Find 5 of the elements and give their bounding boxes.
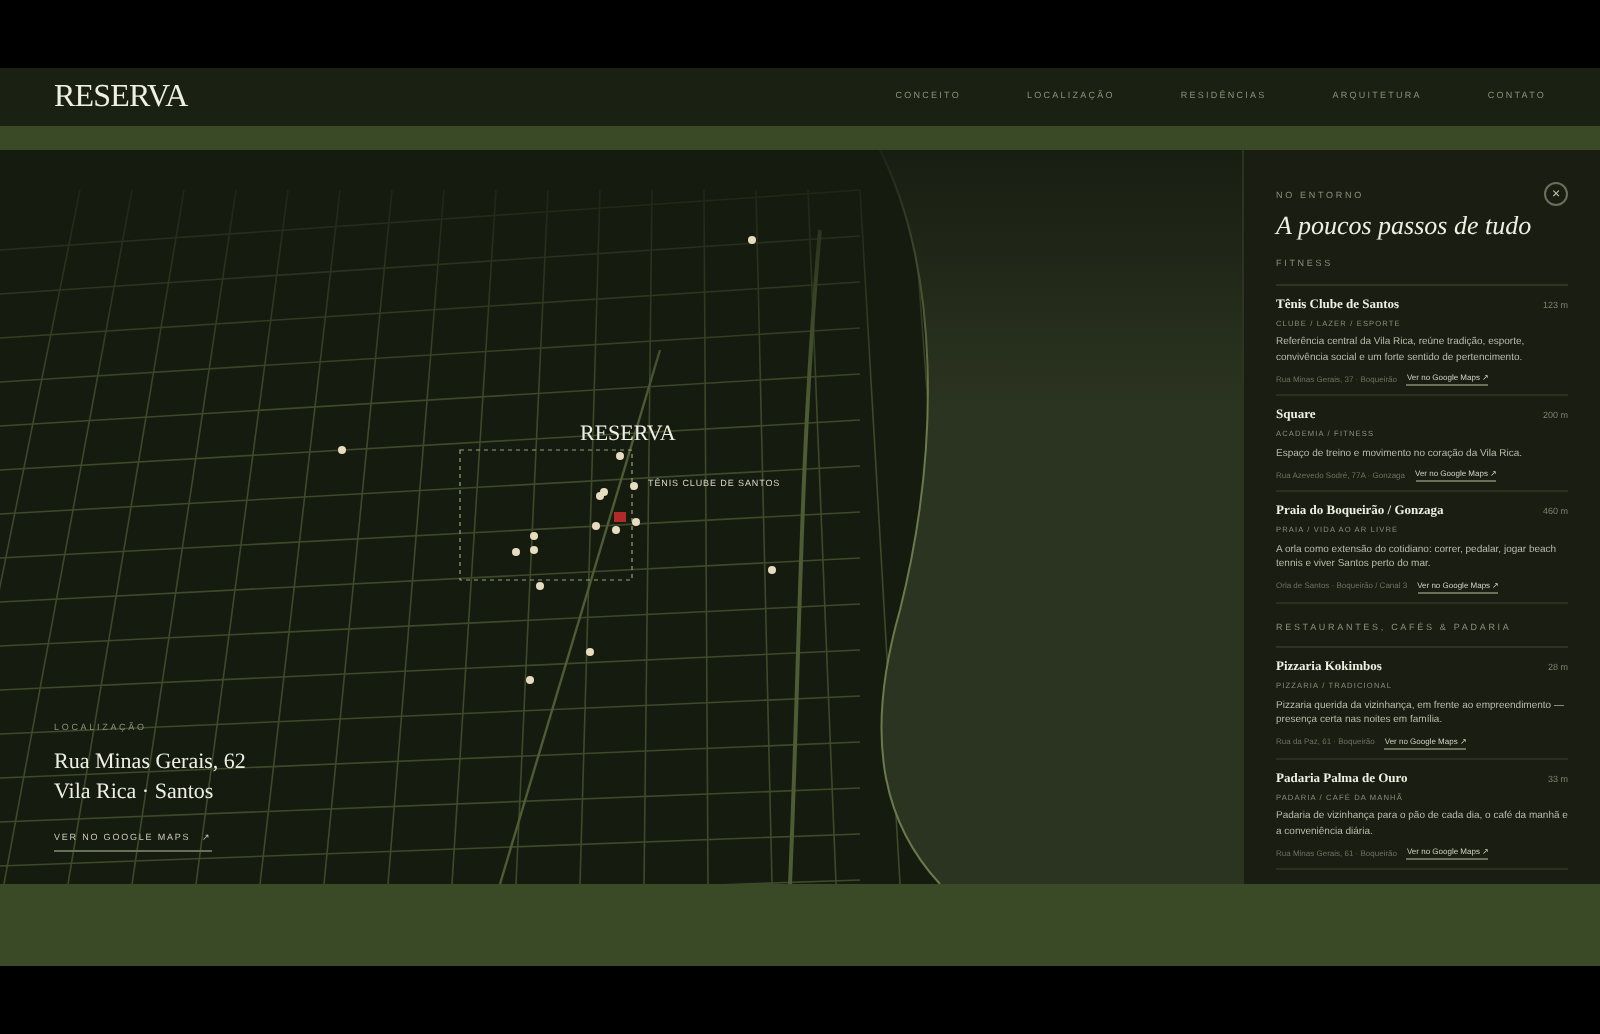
- map-logo: RESERVA: [580, 420, 676, 450]
- panel-title: A poucos passos de tudo: [1276, 210, 1534, 240]
- logo[interactable]: RESERVA: [54, 73, 188, 121]
- address-line: Rua Minas Gerais, 62: [54, 747, 246, 778]
- address-line: Vila Rica · Santos: [54, 777, 216, 808]
